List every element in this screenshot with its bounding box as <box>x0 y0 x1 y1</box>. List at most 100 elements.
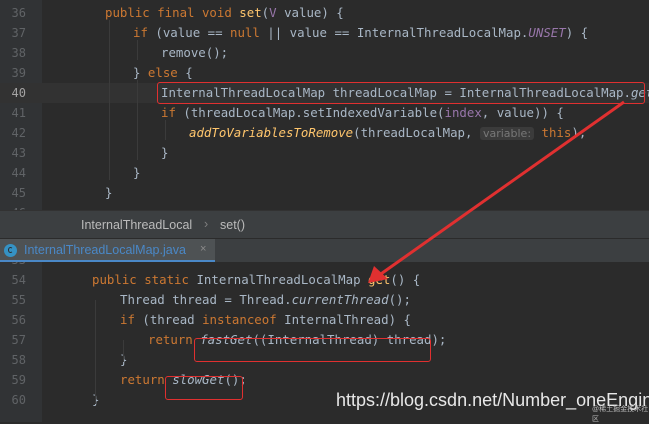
java-class-icon <box>4 244 17 257</box>
line-number: 43 <box>11 146 26 160</box>
close-icon[interactable]: × <box>200 243 206 255</box>
code-token: ); <box>571 125 587 140</box>
code-token: InternalThreadLocalMap <box>196 272 369 287</box>
code-token: currentThread <box>291 292 389 307</box>
code-line[interactable]: 39} else { <box>0 63 649 83</box>
code-token: Thread thread = Thread. <box>120 292 292 307</box>
code-line[interactable]: 41 if (threadLocalMap.setIndexedVariable(… <box>0 103 649 123</box>
code-text: } <box>105 183 112 203</box>
code-token: (threadLocalMap, <box>353 125 480 140</box>
highlight-box-slowget <box>165 376 243 400</box>
code-text: } else { <box>133 63 193 83</box>
indent-guide <box>109 20 110 180</box>
code-text: if (threadLocalMap.setIndexedVariable(in… <box>161 103 564 123</box>
code-text: } <box>161 143 168 163</box>
indent-guide <box>123 340 124 362</box>
code-token: } <box>133 165 141 180</box>
line-number: 57 <box>11 333 26 347</box>
code-text: } <box>133 163 140 183</box>
code-text: public static InternalThreadLocalMap get… <box>92 270 420 290</box>
code-token: } <box>105 185 113 200</box>
editor-tab-bar: InternalThreadLocalMap.java × <box>0 238 649 263</box>
indent-guide <box>165 120 166 140</box>
line-number: 54 <box>11 273 26 287</box>
code-token: (threadLocalMap.setIndexedVariable( <box>183 105 445 120</box>
code-line[interactable]: 59 return slowGet(); <box>0 370 649 390</box>
code-text: remove(); <box>161 43 228 63</box>
line-number: 38 <box>11 46 26 60</box>
line-number: 40 <box>11 86 26 100</box>
code-token: index <box>444 105 482 120</box>
tab-internalthreadlocalmap[interactable]: InternalThreadLocalMap.java × <box>0 239 215 263</box>
code-line[interactable]: 42 addToVariablesToRemove(threadLocalMap,… <box>0 123 649 143</box>
code-token: if <box>120 312 143 327</box>
indent-guide <box>137 40 138 60</box>
code-token: , value)) { <box>481 105 564 120</box>
code-token: else <box>147 65 186 80</box>
code-token: null <box>230 25 260 40</box>
code-line[interactable]: 44} <box>0 163 649 183</box>
line-number: 53 <box>0 262 26 270</box>
code-token: (); <box>388 292 411 307</box>
code-line[interactable]: 37 if (value == null || value == Internal… <box>0 23 649 43</box>
code-token: V <box>269 5 277 20</box>
code-token: } <box>133 65 148 80</box>
line-number: 42 <box>11 126 26 140</box>
code-token: (thread <box>142 312 203 327</box>
breadcrumb-item-class[interactable]: InternalThreadLocal <box>81 218 192 232</box>
code-token: || value == InternalThreadLocalMap. <box>259 25 529 40</box>
parameter-hint: variable: <box>479 127 535 140</box>
code-text: addToVariablesToRemove(threadLocalMap, v… <box>189 123 586 144</box>
watermark-small: @稀土掘金技术社区 <box>592 406 649 423</box>
code-line[interactable]: 36 public final void set(V value) { <box>0 3 649 23</box>
line-number: 36 <box>11 6 26 20</box>
code-token: (value == <box>155 25 230 40</box>
code-text: Thread thread = Thread.currentThread(); <box>120 290 411 310</box>
line-number: 59 <box>11 373 26 387</box>
code-line[interactable]: 46 <box>0 203 649 210</box>
code-token: UNSET <box>528 25 566 40</box>
line-number: 44 <box>11 166 26 180</box>
code-token: { <box>185 65 193 80</box>
code-line[interactable]: 43} <box>0 143 649 163</box>
line-number: 60 <box>11 393 26 407</box>
highlight-box-get-call <box>157 82 645 104</box>
code-token: () { <box>390 272 421 287</box>
code-token: value) { <box>276 5 344 20</box>
code-token: set <box>239 5 262 20</box>
code-line[interactable]: 53 <box>0 262 649 270</box>
line-number: 46 <box>0 203 26 210</box>
code-token: this <box>541 125 572 140</box>
code-token: InternalThread) { <box>284 312 411 327</box>
line-number: 55 <box>11 293 26 307</box>
code-token: if <box>133 25 156 40</box>
code-line[interactable]: 54 public static InternalThreadLocalMap g… <box>0 270 649 290</box>
code-line[interactable]: 38 remove(); <box>0 43 649 63</box>
breadcrumb-item-method[interactable]: set() <box>220 218 245 232</box>
code-text: if (value == null || value == InternalTh… <box>133 23 588 43</box>
code-text: if (thread instanceof InternalThread) { <box>120 310 411 330</box>
line-number: 37 <box>11 26 26 40</box>
line-number: 45 <box>11 186 26 200</box>
code-token: } <box>161 145 169 160</box>
top-editor-pane[interactable]: 36 public final void set(V value) { 37 if (… <box>0 0 649 210</box>
code-token: addToVariablesToRemove <box>189 125 354 140</box>
code-token: if <box>161 105 184 120</box>
code-token: return <box>148 332 201 347</box>
code-token: public final void <box>105 5 240 20</box>
indent-guide <box>137 80 138 160</box>
code-text: public final void set(V value) { <box>105 3 344 23</box>
indent-guide <box>95 300 96 404</box>
code-token: remove(); <box>161 45 229 60</box>
code-line[interactable]: 55 Thread thread = Thread.currentThread()… <box>0 290 649 310</box>
line-number: 39 <box>11 66 26 80</box>
code-line[interactable]: 45} <box>0 183 649 203</box>
code-token: ) { <box>565 25 589 40</box>
line-number: 58 <box>11 353 26 367</box>
code-line[interactable]: 56 if (thread instanceof InternalThread) … <box>0 310 649 330</box>
code-token: instanceof <box>202 312 285 327</box>
line-number: 56 <box>11 313 26 327</box>
highlight-box-fastget <box>194 338 431 362</box>
line-number: 41 <box>11 106 26 120</box>
